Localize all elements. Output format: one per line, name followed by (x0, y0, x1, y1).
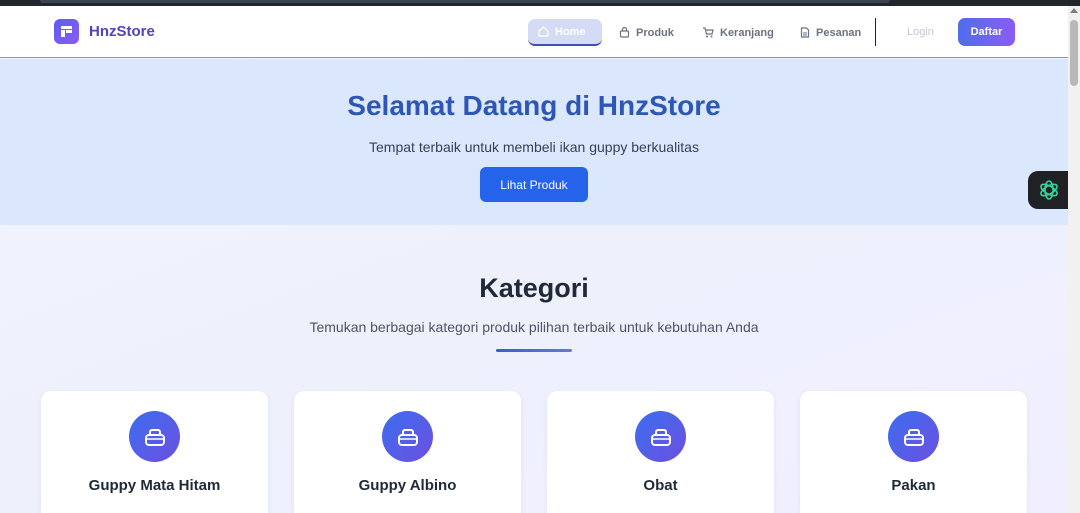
navbar: HnzStore Home Produk Keranjang Pesanan L… (0, 6, 1068, 58)
hero-section: Selamat Datang di HnzStore Tempat terbai… (0, 59, 1068, 225)
categories-subtitle: Temukan berbagai kategori produk pilihan… (309, 319, 759, 335)
nav-home[interactable]: Home (528, 19, 602, 46)
bag-icon (129, 411, 180, 462)
openai-icon (1040, 180, 1058, 200)
page-viewport: HnzStore Home Produk Keranjang Pesanan L… (0, 6, 1068, 513)
register-button[interactable]: Daftar (958, 18, 1015, 46)
category-label: Guppy Mata Hitam (88, 477, 221, 494)
nav-keranjang[interactable]: Keranjang (692, 19, 784, 46)
categories-underline (496, 349, 572, 352)
scrollbar-thumb[interactable] (1070, 20, 1078, 86)
nav-pesanan[interactable]: Pesanan (790, 19, 871, 46)
login-link[interactable]: Login (907, 26, 934, 38)
brand-link[interactable]: HnzStore (54, 19, 155, 44)
hero-subtitle: Tempat terbaik untuk membeli ikan guppy … (369, 139, 699, 155)
category-label: Pakan (891, 477, 936, 494)
page-scrollbar[interactable] (1068, 6, 1080, 513)
category-card-obat[interactable]: Obat (547, 391, 774, 513)
browser-tab-strip (40, 0, 890, 3)
assistant-widget-button[interactable] (1028, 171, 1068, 209)
category-card-pakan[interactable]: Pakan (800, 391, 1027, 513)
store-icon (54, 19, 79, 44)
nav-home-label: Home (555, 25, 586, 38)
nav-produk-label: Produk (636, 26, 674, 39)
bag-icon (382, 411, 433, 462)
document-icon (800, 27, 810, 38)
categories-title: Kategori (479, 273, 589, 303)
hero-title: Selamat Datang di HnzStore (347, 90, 721, 121)
nav-keranjang-label: Keranjang (720, 26, 774, 39)
nav-divider (875, 18, 876, 46)
category-label: Obat (643, 477, 678, 494)
category-card-guppy-mata-hitam[interactable]: Guppy Mata Hitam (41, 391, 268, 513)
scroll-up-arrow-icon[interactable] (1070, 8, 1078, 13)
view-products-button[interactable]: Lihat Produk (480, 167, 588, 202)
category-card-guppy-albino[interactable]: Guppy Albino (294, 391, 521, 513)
bag-icon (619, 27, 630, 38)
cart-icon (703, 27, 714, 38)
nav-pesanan-label: Pesanan (816, 26, 862, 39)
bag-icon (888, 411, 939, 462)
bag-icon (635, 411, 686, 462)
category-label: Guppy Albino (358, 477, 457, 494)
nav-produk[interactable]: Produk (609, 19, 684, 46)
brand-name: HnzStore (89, 23, 155, 40)
home-icon (538, 26, 549, 37)
